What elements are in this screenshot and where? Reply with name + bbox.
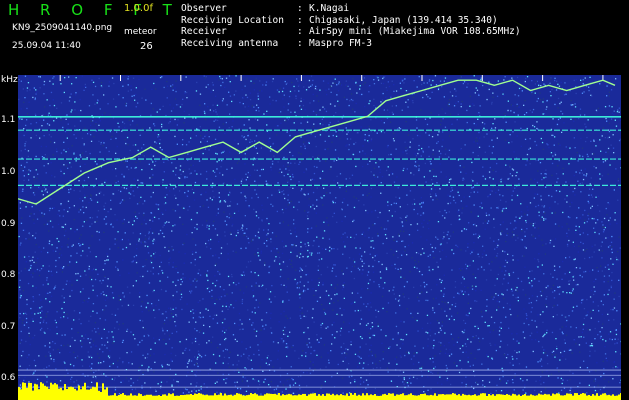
y-tick-label: 1.1 (1, 115, 16, 126)
y-tick-label: 0.7 (1, 321, 16, 332)
info-colon: : (297, 37, 303, 49)
y-tick-label: 0.8 (1, 270, 16, 281)
y-tick-label: 1.0 (1, 167, 16, 178)
app-title: H R O F F T (8, 1, 180, 19)
info-colon: : (297, 14, 303, 26)
info-value: Maspro FM-3 (309, 37, 372, 49)
info-value: K.Nagai (309, 3, 350, 14)
y-tick-label: 0.6 (1, 373, 16, 384)
spectrogram-svg (18, 75, 621, 400)
header-panel: H R O F F T 1.0.0f KN9_2509041140.png 25… (0, 0, 629, 75)
spectrogram-plot (18, 75, 621, 400)
y-tick-label: 0.9 (1, 218, 16, 229)
meteor-count: 26 (140, 41, 153, 52)
info-key: Receiving Location (181, 14, 284, 26)
app-version: 1.0.0f (124, 3, 153, 14)
info-row-antenna: Receiving antenna: Maspro FM-3 (181, 38, 521, 50)
station-info: Observer: K.Nagai Receiving Location: Chig… (181, 3, 521, 49)
meteor-label: meteor (124, 27, 157, 37)
info-value: Chigasaki, Japan (139.414 35.340) (309, 14, 498, 26)
y-unit-label: kHz (1, 75, 18, 85)
info-colon: : (297, 26, 303, 37)
capture-datetime: 25.09.04 11:40 (12, 41, 81, 51)
info-colon: : (297, 3, 303, 14)
file-name: KN9_2509041140.png (12, 23, 113, 33)
info-row-location: Receiving Location: Chigasaki, Japan (139… (181, 15, 521, 27)
info-row-receiver: Receiver: AirSpy mini (Miakejima VOR 108.… (181, 26, 521, 38)
info-key: Observer (181, 3, 227, 14)
info-key: Receiver (181, 26, 227, 37)
info-value: AirSpy mini (Miakejima VOR 108.65MHz) (309, 26, 521, 37)
info-row-observer: Observer: K.Nagai (181, 3, 521, 15)
info-key: Receiving antenna (181, 37, 279, 49)
spectrogram-background (18, 75, 621, 400)
